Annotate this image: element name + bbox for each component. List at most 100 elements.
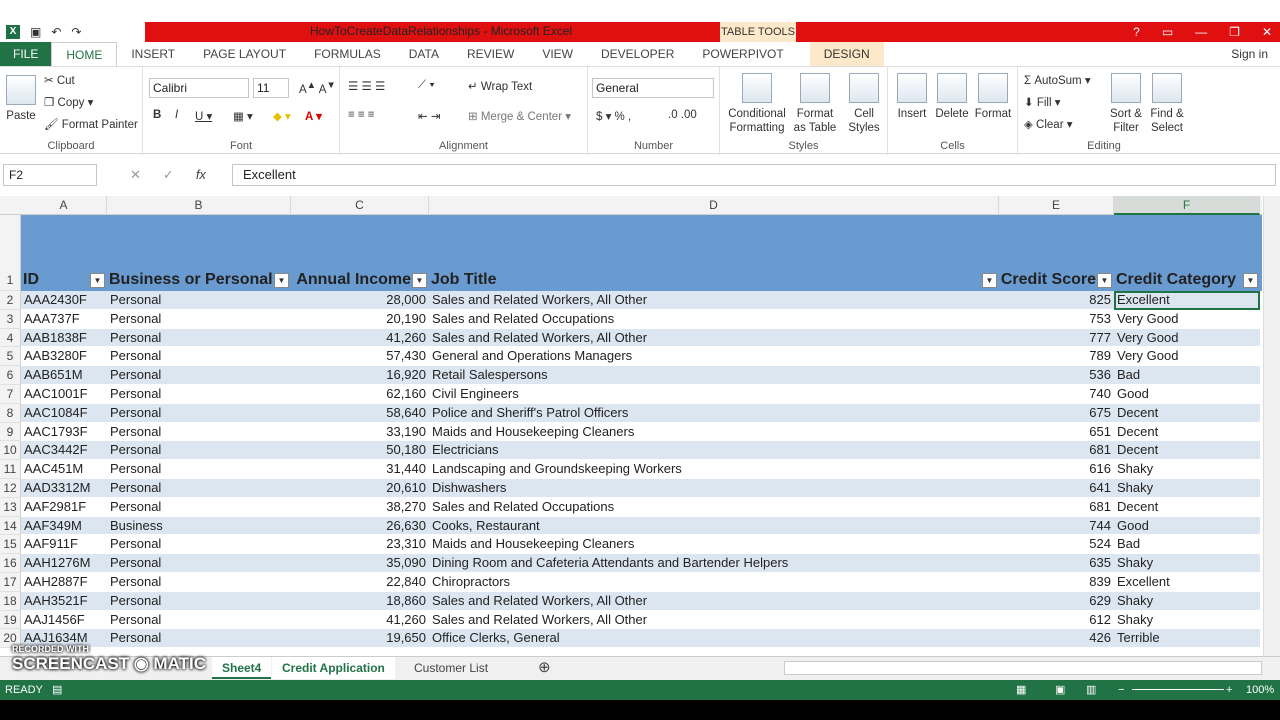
table-cell[interactable]: Very Good [1114, 329, 1260, 348]
filter-dropdown-icon[interactable]: ▼ [982, 273, 997, 288]
bold-button[interactable]: B [153, 109, 161, 121]
table-cell[interactable]: 426 [999, 629, 1114, 648]
save-icon[interactable]: ▣ [30, 25, 41, 39]
table-cell[interactable]: Sales and Related Occupations [429, 498, 999, 517]
cancel-icon[interactable]: ✕ [130, 167, 141, 183]
table-cell[interactable]: 35,090 [291, 554, 429, 573]
table-cell[interactable]: AAC3442F [21, 441, 107, 460]
table-cell[interactable]: Retail Salespersons [429, 366, 999, 385]
format-as-table-button[interactable]: Format as Table [790, 73, 840, 135]
table-cell[interactable]: Personal [107, 385, 291, 404]
table-header-cell[interactable]: ID [23, 271, 39, 289]
table-cell[interactable]: 38,270 [291, 498, 429, 517]
tab-review[interactable]: REVIEW [453, 42, 528, 66]
table-cell[interactable]: AAA737F [21, 310, 107, 329]
row-number[interactable]: 18 [0, 591, 21, 611]
row-number[interactable]: 11 [0, 460, 21, 479]
align-top-icon[interactable]: ☰ ☰ ☰ [348, 79, 385, 93]
tab-design[interactable]: DESIGN [809, 42, 884, 66]
table-cell[interactable]: Decent [1114, 404, 1260, 423]
table-cell[interactable]: Bad [1114, 535, 1260, 554]
restore-icon[interactable]: ❐ [1229, 25, 1240, 39]
enter-icon[interactable]: ✓ [163, 167, 174, 183]
autosum-button[interactable]: Σ AutoSum ▾ [1024, 73, 1091, 87]
font-name-select[interactable]: Calibri [149, 78, 249, 98]
table-cell[interactable]: Sales and Related Workers, All Other [429, 592, 999, 611]
table-cell[interactable]: 536 [999, 366, 1114, 385]
row-number[interactable]: 5 [0, 347, 21, 367]
borders-icon[interactable]: ▦ ▾ [233, 109, 253, 123]
table-cell[interactable]: 20,190 [291, 310, 429, 329]
new-sheet-icon[interactable]: ⊕ [528, 657, 561, 679]
table-cell[interactable]: Civil Engineers [429, 385, 999, 404]
table-cell[interactable]: Sales and Related Workers, All Other [429, 329, 999, 348]
format-cells-button[interactable]: Format [974, 73, 1012, 121]
clear-button[interactable]: ◈ Clear ▾ [1024, 117, 1073, 131]
table-cell[interactable]: Personal [107, 366, 291, 385]
tab-developer[interactable]: DEVELOPER [587, 42, 688, 66]
table-cell[interactable]: 744 [999, 517, 1114, 536]
wrap-text-button[interactable]: ↵ Wrap Text [468, 79, 532, 93]
table-cell[interactable]: 612 [999, 611, 1114, 630]
table-cell[interactable]: 740 [999, 385, 1114, 404]
table-cell[interactable]: Shaky [1114, 592, 1260, 611]
table-cell[interactable]: Personal [107, 291, 291, 310]
table-cell[interactable]: Good [1114, 517, 1260, 536]
column-header-c[interactable]: C [291, 196, 429, 215]
column-header-d[interactable]: D [429, 196, 999, 215]
row-number[interactable]: 3 [0, 309, 21, 329]
table-cell[interactable]: Personal [107, 535, 291, 554]
table-cell[interactable]: AAH1276M [21, 554, 107, 573]
table-cell[interactable]: Terrible [1114, 629, 1260, 648]
formula-input[interactable]: Excellent [232, 164, 1276, 186]
vertical-scrollbar[interactable] [1263, 196, 1280, 656]
table-cell[interactable]: Sales and Related Workers, All Other [429, 611, 999, 630]
column-header-f[interactable]: F [1114, 196, 1260, 215]
cut-button[interactable]: ✂ Cut [44, 73, 75, 87]
table-cell[interactable]: Excellent [1114, 291, 1260, 310]
table-cell[interactable]: AAC1001F [21, 385, 107, 404]
indent-icon[interactable]: ⇤ ⇥ [418, 109, 440, 123]
table-cell[interactable]: 33,190 [291, 423, 429, 442]
table-cell[interactable]: Electricians [429, 441, 999, 460]
table-cell[interactable]: AAA2430F [21, 291, 107, 310]
table-cell[interactable]: Personal [107, 423, 291, 442]
accounting-icon[interactable]: $ ▾ % , [596, 109, 631, 123]
font-color-icon[interactable]: A ▾ [305, 109, 322, 123]
tab-home[interactable]: HOME [51, 41, 118, 67]
copy-button[interactable]: ❐ Copy ▾ [44, 95, 93, 109]
paste-button[interactable]: Paste [4, 75, 38, 123]
table-cell[interactable]: Shaky [1114, 611, 1260, 630]
table-cell[interactable]: General and Operations Managers [429, 347, 999, 366]
font-grow-shrink-icon[interactable]: A▲ A▼ [299, 80, 336, 96]
column-header-b[interactable]: B [107, 196, 291, 215]
table-cell[interactable]: Shaky [1114, 460, 1260, 479]
horizontal-scrollbar[interactable] [784, 661, 1262, 675]
help-icon[interactable]: ? [1133, 25, 1140, 39]
table-cell[interactable]: Maids and Housekeeping Cleaners [429, 423, 999, 442]
table-cell[interactable]: 681 [999, 441, 1114, 460]
row-number[interactable]: 14 [0, 516, 21, 536]
table-cell[interactable]: 28,000 [291, 291, 429, 310]
sign-in-link[interactable]: Sign in [1231, 47, 1268, 61]
column-header-a[interactable]: A [21, 196, 107, 215]
table-header-cell[interactable]: Credit Category [1116, 271, 1236, 289]
insert-cells-button[interactable]: Insert [894, 73, 930, 121]
table-cell[interactable]: Excellent [1114, 573, 1260, 592]
table-cell[interactable]: 651 [999, 423, 1114, 442]
table-header-cell[interactable]: Annual Income [296, 271, 411, 289]
orientation-icon[interactable]: ⟋ ▾ [418, 79, 435, 92]
table-cell[interactable]: Personal [107, 479, 291, 498]
table-cell[interactable]: AAB1838F [21, 329, 107, 348]
table-cell[interactable]: Very Good [1114, 347, 1260, 366]
page-break-view-icon[interactable]: ▥ [1086, 680, 1096, 700]
underline-button[interactable]: U ▾ [195, 109, 212, 123]
decimal-icon[interactable]: .0 .00 [668, 109, 697, 121]
table-header-cell[interactable]: Business or Personal [109, 271, 273, 289]
ribbon-display-icon[interactable]: ▭ [1162, 25, 1173, 39]
table-cell[interactable]: AAF911F [21, 535, 107, 554]
tab-powerpivot[interactable]: POWERPIVOT [688, 42, 797, 66]
table-cell[interactable]: 20,610 [291, 479, 429, 498]
sheet-tab-customer-list[interactable]: Customer List [404, 657, 498, 679]
delete-cells-button[interactable]: Delete [934, 73, 970, 121]
